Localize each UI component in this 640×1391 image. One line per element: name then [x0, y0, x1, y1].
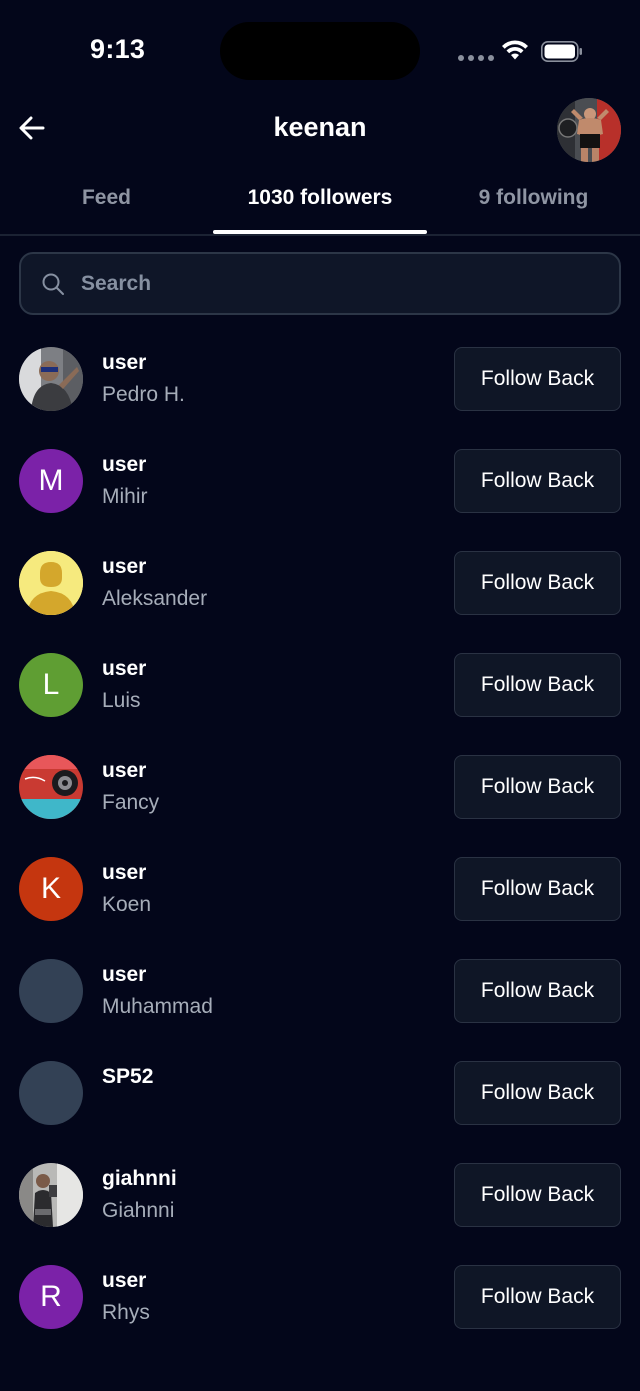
avatar-initial: R	[40, 1280, 62, 1313]
active-tab-indicator	[213, 230, 427, 234]
avatar[interactable]	[19, 755, 83, 819]
display-name: Aleksander	[102, 587, 208, 610]
user-names: user Aleksander	[102, 554, 207, 612]
profile-tabs: Feed 1030 followers 9 following	[0, 166, 640, 236]
username: user	[102, 963, 147, 986]
avatar[interactable]	[19, 347, 83, 411]
display-name: Mihir	[102, 485, 148, 508]
username: user	[102, 351, 147, 374]
display-name: Pedro H.	[102, 383, 185, 406]
user-photo-icon	[19, 1163, 83, 1227]
username: user	[102, 555, 147, 578]
follow-back-button[interactable]: Follow Back	[454, 347, 621, 411]
list-item: user Pedro H. Follow Back	[0, 330, 640, 432]
follow-back-button[interactable]: Follow Back	[454, 1265, 621, 1329]
tab-following[interactable]: 9 following	[427, 186, 640, 210]
display-name: Rhys	[102, 1301, 150, 1324]
page-title: keenan	[273, 112, 367, 142]
search-input[interactable]	[81, 254, 619, 313]
wifi-icon	[502, 40, 528, 60]
list-item: user Muhammad Follow Back	[0, 942, 640, 1044]
profile-photo-icon	[557, 98, 621, 162]
follow-back-button[interactable]: Follow Back	[454, 449, 621, 513]
dynamic-island	[220, 22, 420, 80]
avatar[interactable]: L	[19, 653, 83, 717]
avatar[interactable]	[19, 551, 83, 615]
list-item: R user Rhys Follow Back	[0, 1248, 640, 1350]
screen: 9:13 keenan Feed 1030 followers 9 follow…	[0, 0, 640, 1391]
username: giahnni	[102, 1167, 177, 1190]
tab-feed[interactable]: Feed	[0, 186, 213, 210]
tab-followers[interactable]: 1030 followers	[213, 186, 427, 210]
avatar-initial: L	[42, 668, 60, 701]
username: user	[102, 861, 147, 884]
follower-list: user Pedro H. Follow Back M user Mihir F…	[0, 330, 640, 1350]
follow-back-button[interactable]: Follow Back	[454, 653, 621, 717]
list-item: SP52 Follow Back	[0, 1044, 640, 1146]
follow-back-button[interactable]: Follow Back	[454, 551, 621, 615]
avatar[interactable]: M	[19, 449, 83, 513]
user-names: user Muhammad	[102, 962, 213, 1020]
display-name: Muhammad	[102, 995, 213, 1018]
user-photo-icon	[19, 347, 83, 411]
user-names: user Luis	[102, 656, 146, 714]
follow-back-button[interactable]: Follow Back	[454, 857, 621, 921]
avatar[interactable]: R	[19, 1265, 83, 1329]
status-bar: 9:13	[0, 0, 640, 96]
status-time: 9:13	[90, 34, 146, 64]
avatar[interactable]	[19, 1061, 83, 1125]
user-names: SP52	[102, 1064, 153, 1096]
list-item: K user Koen Follow Back	[0, 840, 640, 942]
avatar-initial: K	[40, 872, 61, 905]
avatar-initial: M	[38, 464, 64, 497]
profile-avatar[interactable]	[557, 98, 621, 162]
list-item: M user Mihir Follow Back	[0, 432, 640, 534]
user-photo-icon	[19, 755, 83, 819]
display-name: Giahnni	[102, 1199, 175, 1222]
profile-header: keenan	[0, 96, 640, 166]
username: user	[102, 1269, 147, 1292]
user-names: user Koen	[102, 860, 151, 918]
follow-back-button[interactable]: Follow Back	[454, 1163, 621, 1227]
username: user	[102, 657, 147, 680]
display-name: Luis	[102, 689, 141, 712]
username: SP52	[102, 1065, 154, 1088]
list-item: user Fancy Follow Back	[0, 738, 640, 840]
search-icon	[41, 272, 65, 296]
display-name: Koen	[102, 893, 152, 916]
follow-back-button[interactable]: Follow Back	[454, 1061, 621, 1125]
list-item: giahnni Giahnni Follow Back	[0, 1146, 640, 1248]
avatar[interactable]: K	[19, 857, 83, 921]
search-bar	[19, 252, 621, 315]
username: user	[102, 759, 147, 782]
battery-icon	[541, 41, 582, 62]
follow-back-button[interactable]: Follow Back	[454, 959, 621, 1023]
display-name: Fancy	[102, 791, 160, 814]
avatar[interactable]	[19, 959, 83, 1023]
user-names: giahnni Giahnni	[102, 1166, 177, 1224]
list-item: user Aleksander Follow Back	[0, 534, 640, 636]
list-item: L user Luis Follow Back	[0, 636, 640, 738]
user-names: user Mihir	[102, 452, 148, 510]
user-names: user Fancy	[102, 758, 159, 816]
default-user-icon	[19, 551, 83, 615]
avatar[interactable]	[19, 1163, 83, 1227]
cellular-signal-icon	[458, 55, 494, 61]
username: user	[102, 453, 147, 476]
follow-back-button[interactable]: Follow Back	[454, 755, 621, 819]
user-names: user Rhys	[102, 1268, 150, 1326]
user-names: user Pedro H.	[102, 350, 185, 408]
